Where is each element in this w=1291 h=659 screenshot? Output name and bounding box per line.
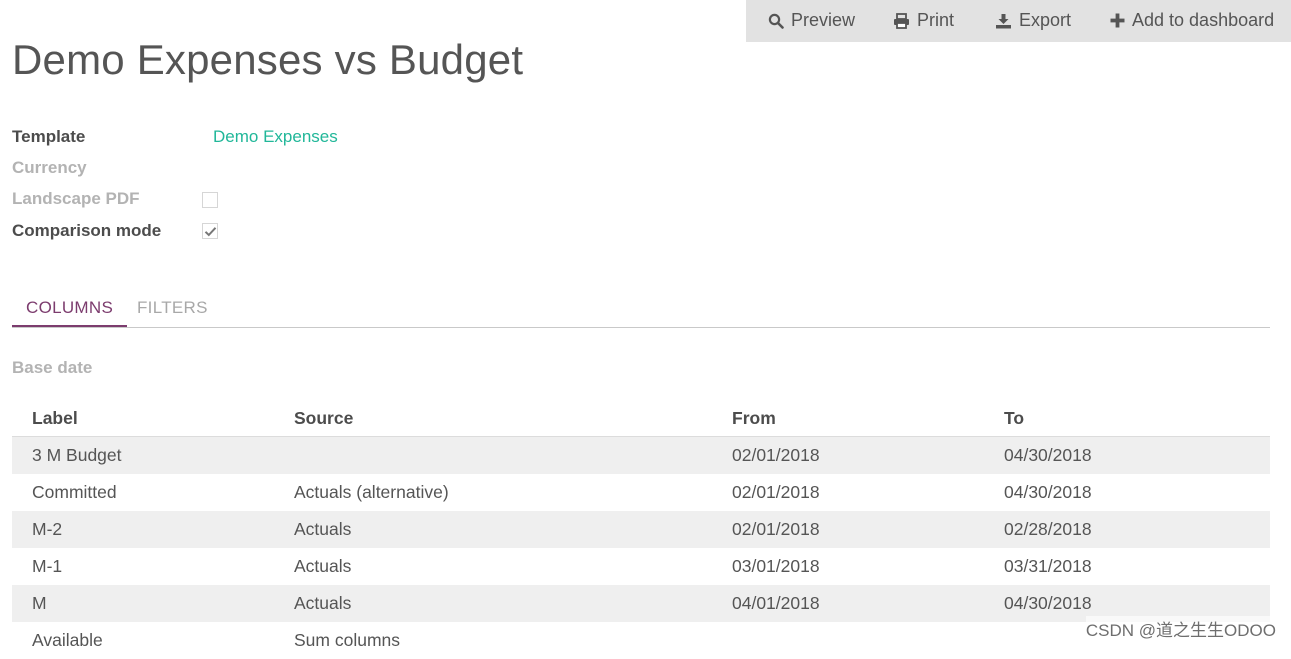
comparison-checkbox[interactable] — [202, 223, 218, 239]
cell-from: 03/01/2018 — [732, 556, 820, 576]
watermark-text: CSDN @道之生生ODOO — [1085, 616, 1276, 641]
currency-field: Currency — [12, 158, 87, 178]
cell-label: M — [32, 593, 47, 613]
cell-to: 03/31/2018 — [1004, 556, 1092, 576]
header-to[interactable]: To — [1004, 400, 1024, 437]
cell-to: 04/30/2018 — [1004, 482, 1092, 502]
table-header: Label Source From To — [12, 400, 1270, 437]
checkmark-icon — [204, 227, 217, 237]
cell-to: 02/28/2018 — [1004, 519, 1092, 539]
base-date-label: Base date — [12, 358, 93, 377]
template-label: Template — [12, 127, 86, 146]
template-link[interactable]: Demo Expenses — [213, 127, 338, 147]
cell-source: Actuals — [294, 556, 352, 576]
columns-table: Label Source From To 3 M Budget 02/01/20… — [12, 400, 1270, 659]
export-button[interactable]: Export — [995, 10, 1071, 31]
print-button[interactable]: Print — [893, 10, 954, 31]
cell-from: 02/01/2018 — [732, 445, 820, 465]
landscape-field: Landscape PDF — [12, 189, 140, 209]
search-icon — [768, 13, 784, 29]
table-row[interactable]: Committed Actuals (alternative) 02/01/20… — [12, 474, 1270, 511]
cell-from: 02/01/2018 — [732, 482, 820, 502]
preview-label: Preview — [791, 10, 856, 30]
cell-to: 04/30/2018 — [1004, 593, 1092, 613]
table-row[interactable]: M-1 Actuals 03/01/2018 03/31/2018 — [12, 548, 1270, 585]
report-toolbar: Preview Print Export Add to dashboard — [746, 0, 1291, 42]
add-to-dashboard-button[interactable]: Add to dashboard — [1110, 10, 1274, 31]
header-label[interactable]: Label — [32, 400, 78, 437]
export-label: Export — [1019, 10, 1072, 30]
cell-source: Sum columns — [294, 630, 401, 650]
table-row[interactable]: Available Sum columns — [12, 622, 1270, 659]
comparison-field: Comparison mode — [12, 221, 161, 241]
cell-to: 04/30/2018 — [1004, 445, 1092, 465]
header-source[interactable]: Source — [294, 400, 353, 437]
comparison-label: Comparison mode — [12, 221, 162, 240]
printer-icon — [894, 12, 909, 29]
table-row[interactable]: M Actuals 04/01/2018 04/30/2018 — [12, 585, 1270, 622]
preview-button[interactable]: Preview — [768, 10, 855, 31]
print-label: Print — [917, 10, 955, 30]
cell-source: Actuals (alternative) — [294, 482, 449, 502]
cell-source: Actuals — [294, 593, 352, 613]
page-title: Demo Expenses vs Budget — [12, 36, 524, 83]
cell-label: M-2 — [32, 519, 63, 539]
cell-label: M-1 — [32, 556, 63, 576]
table-row[interactable]: M-2 Actuals 02/01/2018 02/28/2018 — [12, 511, 1270, 548]
currency-label: Currency — [12, 158, 87, 177]
tab-columns[interactable]: COLUMNS — [12, 298, 128, 327]
cell-label: Available — [32, 630, 103, 650]
tab-filters[interactable]: FILTERS — [137, 298, 208, 318]
landscape-label: Landscape PDF — [12, 189, 140, 208]
table-row[interactable]: 3 M Budget 02/01/2018 04/30/2018 — [12, 437, 1270, 474]
plus-icon — [1110, 13, 1125, 28]
download-icon — [996, 13, 1011, 28]
notebook-tabs: COLUMNS FILTERS — [12, 294, 1270, 328]
cell-from: 04/01/2018 — [732, 593, 820, 613]
header-from[interactable]: From — [732, 400, 776, 437]
cell-label: Committed — [32, 482, 117, 502]
template-field: Template Demo Expenses — [12, 127, 338, 147]
cell-from: 02/01/2018 — [732, 519, 820, 539]
cell-source: Actuals — [294, 519, 352, 539]
cell-label: 3 M Budget — [32, 445, 122, 465]
add-to-dashboard-label: Add to dashboard — [1132, 10, 1275, 30]
landscape-checkbox[interactable] — [202, 192, 218, 208]
